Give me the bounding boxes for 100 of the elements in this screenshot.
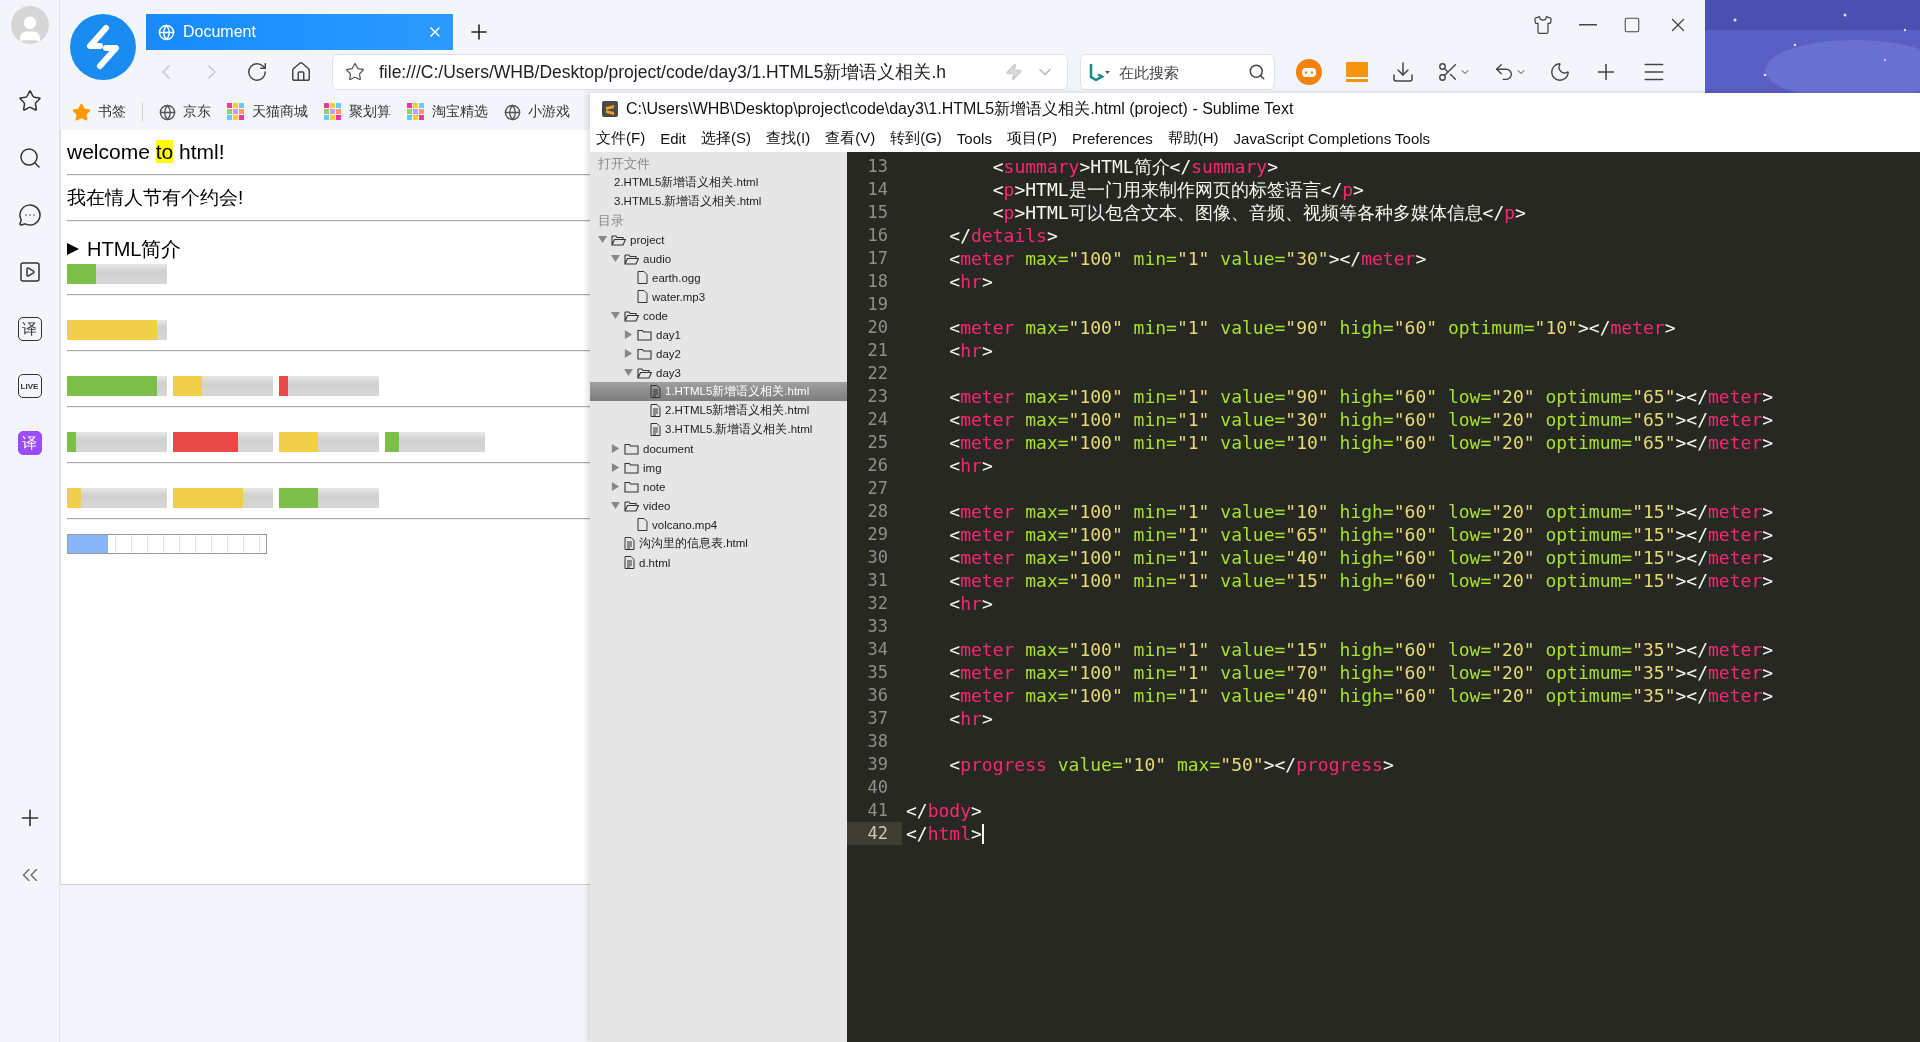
file-icon (637, 518, 648, 531)
collapsed-arrow-icon[interactable] (611, 482, 620, 491)
shirt-icon (1533, 15, 1553, 35)
search-icon[interactable] (1248, 63, 1266, 81)
bookmark-link[interactable]: 聚划算 (324, 103, 391, 121)
section-header: 打开文件 (597, 155, 651, 173)
moon-icon (1549, 61, 1571, 83)
folder-icon (637, 347, 652, 360)
line-number: 40 (866, 776, 889, 799)
folder-icon (624, 461, 639, 474)
address-input[interactable]: file:///C:/Users/WHB/Desktop/project/code/day3/1.HTML5新增语义相关.h (377, 60, 993, 84)
download-button[interactable] (1391, 60, 1415, 84)
tree-item[interactable]: day3 (590, 363, 847, 382)
menu-item[interactable]: JavaScript Completions Tools (1233, 130, 1431, 147)
line-number: 25 (866, 431, 889, 454)
collapsed-arrow-icon[interactable] (611, 444, 620, 453)
skin-button[interactable] (1533, 15, 1553, 35)
tree-item[interactable]: audio (590, 249, 847, 268)
bookmark-icon[interactable] (345, 62, 365, 82)
line-number: 37 (866, 707, 889, 730)
menu-item[interactable]: 查找(I) (766, 129, 811, 148)
tree-item[interactable]: img (590, 458, 847, 477)
tree-item[interactable]: earth.ogg (590, 268, 847, 287)
search-engine-icon[interactable] (1089, 63, 1111, 81)
menu-item[interactable]: 项目(P) (1006, 129, 1057, 148)
minimize-button[interactable] (1579, 24, 1597, 26)
code-line: <meter max="100" min="1" value="30" high="60" low="20" optimum="65"></meter> (948, 408, 1774, 431)
code-line: </details> (948, 224, 1058, 247)
line-number: 28 (866, 500, 889, 523)
code-editor[interactable] (847, 152, 1920, 1042)
code-line: <progress value="10" max="50"></progress> (948, 753, 1394, 776)
tree-item[interactable]: day1 (590, 325, 847, 344)
search-icon (17, 146, 42, 170)
expanded-arrow-icon[interactable] (624, 368, 633, 377)
tree-item[interactable]: project (590, 230, 847, 249)
chat-icon (17, 203, 42, 227)
bookmark-link[interactable]: 淘宝精选 (407, 103, 488, 121)
collapsed-triangle-icon[interactable] (67, 242, 79, 256)
menu-item[interactable]: 帮助(H) (1167, 129, 1219, 148)
star-icon (72, 102, 91, 122)
welcome-heading: welcome to html! (67, 139, 226, 165)
folder-icon (624, 442, 639, 455)
line-number: 30 (866, 546, 889, 569)
tree-item[interactable]: water.mp3 (590, 287, 847, 306)
search-field[interactable]: 在此搜索 (1080, 54, 1275, 90)
document-icon (624, 537, 635, 550)
reload-button[interactable] (246, 61, 268, 83)
globe-icon (159, 103, 176, 121)
undo-button[interactable] (1493, 61, 1527, 83)
tree-item[interactable]: 沟沟里的信息表.html (590, 534, 847, 553)
tree-item[interactable]: video (590, 496, 847, 515)
open-file-item[interactable]: 3.HTML5.新增语义相关.html (590, 192, 847, 211)
night-mode-button[interactable] (1549, 61, 1571, 83)
collapsed-arrow-icon[interactable] (611, 463, 620, 472)
tree-item[interactable]: code (590, 306, 847, 325)
screenshot-button[interactable] (1437, 61, 1471, 83)
file-icon (637, 290, 648, 303)
tree-item[interactable]: day2 (590, 344, 847, 363)
expanded-arrow-icon[interactable] (611, 254, 620, 263)
tree-item[interactable]: note (590, 477, 847, 496)
menu-item[interactable]: 文件(F) (596, 129, 646, 148)
tree-item[interactable]: volcano.mp4 (590, 515, 847, 534)
menu-item[interactable]: 选择(S) (701, 129, 751, 148)
maximize-button[interactable] (1623, 16, 1641, 34)
address-bar[interactable]: file:///C:/Users/WHB/Desktop/project/code/day3/1.HTML5新增语义相关.h (332, 54, 1068, 90)
menu-item[interactable]: Tools (956, 130, 992, 147)
bookmark-link[interactable]: 书签 (72, 102, 126, 122)
expanded-arrow-icon[interactable] (598, 235, 607, 244)
collapsed-arrow-icon[interactable] (624, 330, 633, 339)
bookmark-link[interactable]: 天猫商城 (227, 103, 308, 121)
tree-item[interactable]: document (590, 439, 847, 458)
open-file-item[interactable]: 2.HTML5新增语义相关.html (590, 173, 847, 192)
line-number: 36 (866, 684, 889, 707)
expanded-arrow-icon[interactable] (611, 311, 620, 320)
line-number: 18 (866, 270, 889, 293)
code-line: <meter max="100" min="1" value="15" high="60" low="20" optimum="15"></meter> (948, 569, 1774, 592)
menu-item[interactable]: 转到(G) (890, 129, 942, 148)
menu-item[interactable]: Preferences (1071, 130, 1153, 147)
game-button[interactable] (1295, 58, 1323, 86)
bookmark-link[interactable]: 小游戏 (504, 103, 570, 121)
tree-item[interactable]: 2.HTML5新增语义相关.html (590, 401, 847, 420)
line-number: 23 (866, 385, 889, 408)
folder-icon (624, 480, 639, 493)
code-line: <meter max="100" min="1" value="15" high="60" low="20" optimum="35"></meter> (948, 638, 1774, 661)
bookmark-link[interactable]: 京东 (159, 103, 211, 121)
details-summary[interactable]: HTML简介 (87, 235, 182, 263)
code-line: </body> (905, 799, 982, 822)
tree-item[interactable]: 3.HTML5.新增语义相关.html (590, 420, 847, 439)
tree-item[interactable]: d.html (590, 553, 847, 572)
home-icon (290, 61, 312, 83)
search-input[interactable]: 在此搜索 (1117, 62, 1242, 82)
collapsed-arrow-icon[interactable] (624, 349, 633, 358)
code-line: <p>HTML是一门用来制作网页的标签语言</p> (991, 178, 1364, 201)
document-icon (650, 423, 661, 436)
document-icon (624, 556, 635, 569)
home-button[interactable] (290, 61, 312, 83)
menu-item[interactable]: 查看(V) (825, 129, 876, 148)
code-line: </html> (905, 822, 984, 845)
expanded-arrow-icon[interactable] (611, 501, 620, 510)
menu-item[interactable]: Edit (660, 130, 686, 147)
